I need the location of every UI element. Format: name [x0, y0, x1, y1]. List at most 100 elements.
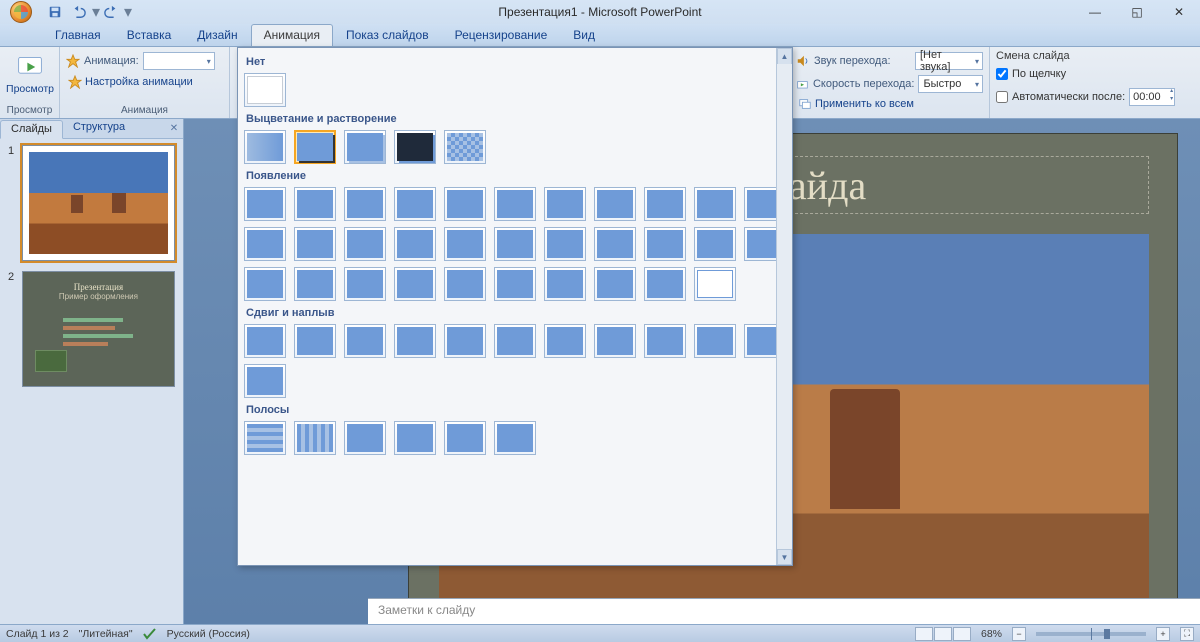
transition-appear-17[interactable] [494, 227, 536, 261]
transition-stripes-2[interactable] [294, 421, 336, 455]
auto-after-time[interactable]: 00:00 [1129, 88, 1175, 106]
transition-stripes-1[interactable] [244, 421, 286, 455]
apply-to-all-button[interactable]: Применить ко всем [796, 96, 983, 112]
close-button[interactable]: ✕ [1158, 0, 1200, 24]
custom-animation-button[interactable]: Настройка анимации [66, 74, 223, 90]
transition-push-2[interactable] [294, 324, 336, 358]
transition-appear-28[interactable] [494, 267, 536, 301]
transition-stripes-4[interactable] [394, 421, 436, 455]
animate-combo[interactable] [143, 52, 215, 70]
view-sorter[interactable] [934, 627, 952, 641]
transition-appear-2[interactable] [294, 187, 336, 221]
transition-fade-4[interactable] [394, 130, 436, 164]
transition-appear-15[interactable] [394, 227, 436, 261]
transition-stripes-3[interactable] [344, 421, 386, 455]
transition-push-4[interactable] [394, 324, 436, 358]
transition-push-1[interactable] [244, 324, 286, 358]
transition-appear-5[interactable] [444, 187, 486, 221]
transition-appear-14[interactable] [344, 227, 386, 261]
transition-appear-12[interactable] [244, 227, 286, 261]
view-slideshow[interactable] [953, 627, 971, 641]
transition-appear-9[interactable] [644, 187, 686, 221]
transition-push-5[interactable] [444, 324, 486, 358]
preview-button[interactable]: Просмотр [6, 50, 54, 98]
office-button[interactable] [4, 0, 38, 24]
tab-insert[interactable]: Вставка [114, 24, 185, 46]
transition-push-8[interactable] [594, 324, 636, 358]
auto-after-input[interactable] [996, 91, 1008, 103]
minimize-button[interactable]: — [1074, 0, 1116, 24]
transition-appear-10[interactable] [694, 187, 736, 221]
transition-stripes-5[interactable] [444, 421, 486, 455]
transition-push-6[interactable] [494, 324, 536, 358]
transition-appear-13[interactable] [294, 227, 336, 261]
zoom-fit[interactable]: ⛶ [1180, 627, 1194, 641]
transition-appear-1[interactable] [244, 187, 286, 221]
transition-stripes-6[interactable] [494, 421, 536, 455]
zoom-in[interactable]: + [1156, 627, 1170, 641]
transition-fade-3[interactable] [344, 130, 386, 164]
thumb-1[interactable]: 1 [8, 145, 175, 261]
notes-pane[interactable]: Заметки к слайду [368, 598, 1200, 624]
gallery-scrollbar[interactable]: ▲ ▼ [776, 48, 792, 565]
thumb-2-preview[interactable]: Презентация Пример оформления [22, 271, 175, 387]
on-click-input[interactable] [996, 68, 1008, 80]
qat-undo-button[interactable] [68, 2, 90, 22]
tab-slideshow[interactable]: Показ слайдов [333, 24, 442, 46]
tab-design[interactable]: Дизайн [184, 24, 250, 46]
zoom-slider[interactable] [1036, 632, 1146, 636]
tab-home[interactable]: Главная [42, 24, 114, 46]
transition-appear-6[interactable] [494, 187, 536, 221]
transition-appear-7[interactable] [544, 187, 586, 221]
slides-tab[interactable]: Слайды [0, 120, 63, 139]
transition-appear-31[interactable] [644, 267, 686, 301]
qat-save-button[interactable] [44, 2, 66, 22]
status-language[interactable]: Русский (Россия) [167, 628, 250, 640]
transition-appear-21[interactable] [694, 227, 736, 261]
transition-appear-32[interactable] [694, 267, 736, 301]
transition-appear-3[interactable] [344, 187, 386, 221]
slides-pane-close[interactable]: ✕ [165, 119, 183, 138]
gallery-cat-push: Сдвиг и наплыв [246, 307, 786, 319]
transition-speed-combo[interactable]: Быстро [918, 75, 983, 93]
transition-push-7[interactable] [544, 324, 586, 358]
thumb-1-preview[interactable] [22, 145, 175, 261]
zoom-out[interactable]: − [1012, 627, 1026, 641]
auto-after-checkbox[interactable]: Автоматически после: 00:00 [996, 86, 1194, 108]
transition-appear-29[interactable] [544, 267, 586, 301]
tab-review[interactable]: Рецензирование [442, 24, 561, 46]
transition-appear-25[interactable] [344, 267, 386, 301]
transition-appear-4[interactable] [394, 187, 436, 221]
transition-push-9[interactable] [644, 324, 686, 358]
transition-fade-5[interactable] [444, 130, 486, 164]
transition-none[interactable] [244, 73, 286, 107]
thumb-2[interactable]: 2 Презентация Пример оформления [8, 271, 175, 387]
outline-tab[interactable]: Структура [63, 119, 135, 138]
view-normal[interactable] [915, 627, 933, 641]
transition-push-3[interactable] [344, 324, 386, 358]
gallery-scroll-down[interactable]: ▼ [777, 549, 792, 565]
transition-fade-2[interactable] [294, 130, 336, 164]
tab-animation[interactable]: Анимация [251, 24, 333, 46]
transition-push-12[interactable] [244, 364, 286, 398]
on-click-checkbox[interactable]: По щелчку [996, 63, 1194, 85]
transition-push-10[interactable] [694, 324, 736, 358]
maximize-button[interactable]: ◱ [1116, 0, 1158, 24]
transition-appear-24[interactable] [294, 267, 336, 301]
transition-appear-23[interactable] [244, 267, 286, 301]
transition-appear-20[interactable] [644, 227, 686, 261]
transition-appear-8[interactable] [594, 187, 636, 221]
zoom-percent[interactable]: 68% [981, 628, 1002, 640]
gallery-scroll-up[interactable]: ▲ [777, 48, 792, 64]
transition-appear-27[interactable] [444, 267, 486, 301]
transition-appear-19[interactable] [594, 227, 636, 261]
transition-fade-1[interactable] [244, 130, 286, 164]
transition-appear-26[interactable] [394, 267, 436, 301]
tab-view[interactable]: Вид [560, 24, 608, 46]
qat-dropdown[interactable]: ▾ [124, 2, 130, 22]
transition-sound-combo[interactable]: [Нет звука] [915, 52, 983, 70]
transition-appear-30[interactable] [594, 267, 636, 301]
qat-redo-button[interactable] [100, 2, 122, 22]
transition-appear-16[interactable] [444, 227, 486, 261]
transition-appear-18[interactable] [544, 227, 586, 261]
